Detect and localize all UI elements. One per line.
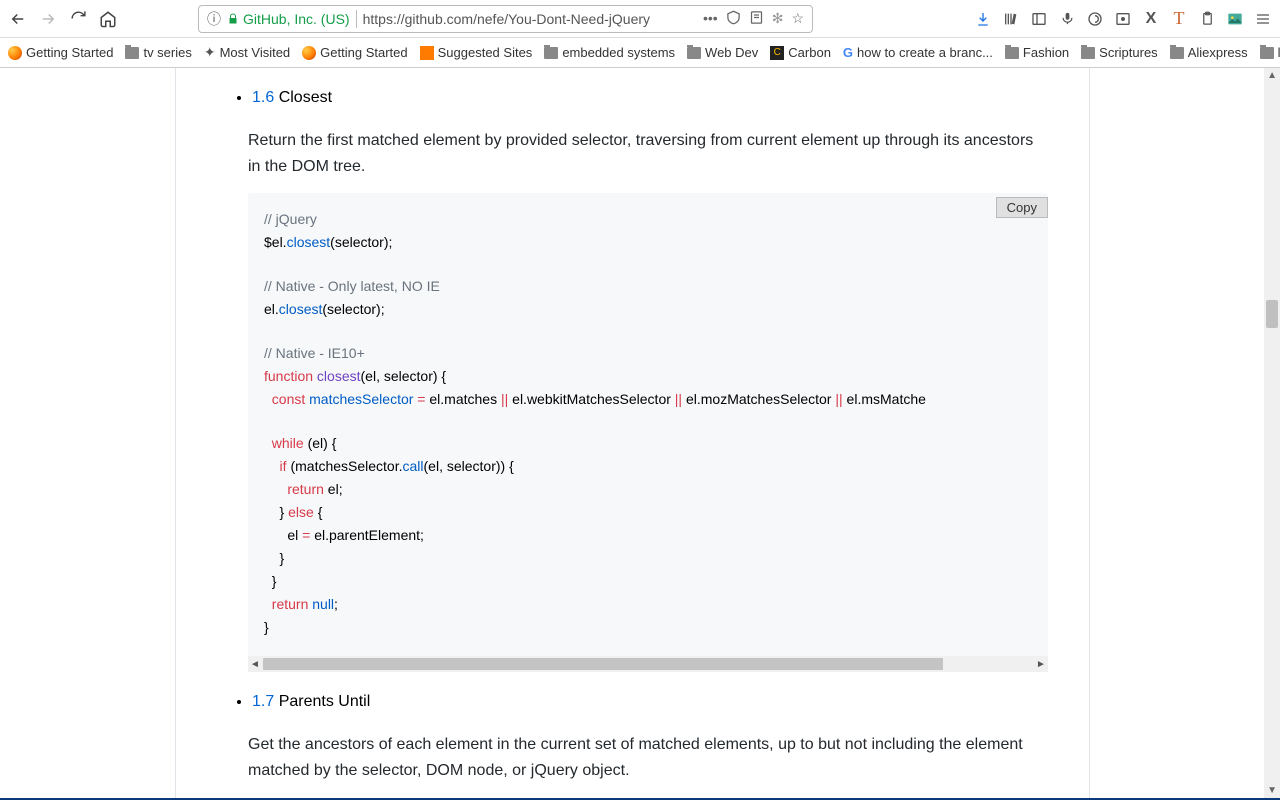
ext-icon-clip[interactable] bbox=[1198, 10, 1216, 28]
info-icon[interactable]: ⓘ bbox=[207, 9, 221, 29]
ext-icon-x[interactable]: X bbox=[1142, 10, 1160, 28]
section-anchor[interactable]: 1.7 bbox=[252, 693, 274, 710]
scroll-down-icon[interactable]: ▼ bbox=[1267, 785, 1277, 796]
reload-button[interactable] bbox=[68, 9, 88, 29]
bookmark-item[interactable]: Web Dev bbox=[687, 45, 758, 60]
bookmark-label: Suggested Sites bbox=[438, 45, 533, 60]
bookmark-item[interactable]: Getting Started bbox=[302, 45, 407, 60]
section-description: Get the ancestors of each element in the… bbox=[248, 732, 1048, 783]
ext-icon-img[interactable] bbox=[1226, 10, 1244, 28]
downloads-icon[interactable] bbox=[974, 10, 992, 28]
bookmark-item[interactable]: linux bbox=[1260, 45, 1280, 60]
carbon-icon: C bbox=[770, 46, 784, 60]
star-icon: ✦ bbox=[204, 44, 216, 61]
bookmark-label: Scriptures bbox=[1099, 45, 1158, 60]
ext-icon-t[interactable]: T bbox=[1170, 10, 1188, 28]
toc-list: 1.6 Closest bbox=[212, 86, 1053, 110]
firefox-icon bbox=[8, 46, 22, 60]
bookmark-label: tv series bbox=[143, 45, 191, 60]
folder-icon bbox=[544, 47, 558, 59]
bookmark-item[interactable]: Fashion bbox=[1005, 45, 1069, 60]
bookmark-item[interactable]: tv series bbox=[125, 45, 191, 60]
menu-icon[interactable] bbox=[1254, 10, 1272, 28]
section-description: Return the first matched element by prov… bbox=[248, 128, 1048, 179]
code-h-scrollbar[interactable]: ◄ ► bbox=[248, 656, 1048, 672]
bookmark-label: Carbon bbox=[788, 45, 831, 60]
square-icon bbox=[420, 46, 434, 60]
folder-icon bbox=[125, 47, 139, 59]
mic-icon[interactable] bbox=[1058, 10, 1076, 28]
bookmark-item[interactable]: Ghow to create a branc... bbox=[843, 45, 993, 60]
bookmark-item[interactable]: Suggested Sites bbox=[420, 45, 533, 60]
firefox-icon bbox=[302, 46, 316, 60]
browser-toolbar: ⓘ GitHub, Inc. (US) https://github.com/n… bbox=[0, 0, 1280, 38]
page-v-scrollbar[interactable]: ▲ ▼ bbox=[1264, 68, 1280, 798]
toolbar-right: X T bbox=[974, 10, 1272, 28]
toc-item-closest: 1.6 Closest bbox=[252, 86, 1053, 110]
bookmark-label: Aliexpress bbox=[1188, 45, 1248, 60]
url-text: https://github.com/nefe/You-Dont-Need-jQ… bbox=[363, 11, 697, 27]
folder-icon bbox=[1260, 47, 1274, 59]
bookmark-label: Most Visited bbox=[220, 45, 291, 60]
folder-icon bbox=[1170, 47, 1184, 59]
scroll-up-icon[interactable]: ▲ bbox=[1267, 70, 1277, 81]
google-icon: G bbox=[843, 45, 853, 60]
url-bar[interactable]: ⓘ GitHub, Inc. (US) https://github.com/n… bbox=[198, 5, 813, 33]
bookmark-item[interactable]: Getting Started bbox=[8, 45, 113, 60]
bookmark-star-icon[interactable]: ☆ bbox=[791, 10, 804, 28]
bookmarks-bar: Getting Started tv series ✦ Most Visited Get… bbox=[0, 38, 1280, 68]
forward-button[interactable] bbox=[38, 9, 58, 29]
bookmark-item[interactable]: C Carbon bbox=[770, 45, 831, 60]
folder-icon bbox=[687, 47, 701, 59]
bookmark-label: Web Dev bbox=[705, 45, 758, 60]
bookmark-item[interactable]: embedded systems bbox=[544, 45, 675, 60]
scroll-left-icon[interactable]: ◄ bbox=[248, 659, 262, 670]
extension-icon[interactable]: ✻ bbox=[772, 10, 784, 28]
readme-container: 1.6 Closest Return the first matched ele… bbox=[175, 68, 1090, 800]
bookmark-label: Getting Started bbox=[320, 45, 407, 60]
scroll-thumb[interactable] bbox=[1266, 300, 1278, 328]
ext-icon-1[interactable] bbox=[1086, 10, 1104, 28]
more-icon[interactable]: ••• bbox=[703, 10, 718, 28]
library-icon[interactable] bbox=[1002, 10, 1020, 28]
bookmark-item[interactable]: ✦ Most Visited bbox=[204, 44, 290, 61]
ext-icon-2[interactable] bbox=[1114, 10, 1132, 28]
code-content[interactable]: // jQuery $el.closest(selector); // Nati… bbox=[248, 193, 1048, 656]
bookmark-label: embedded systems bbox=[562, 45, 675, 60]
bookmark-label: how to create a branc... bbox=[857, 45, 993, 60]
folder-icon bbox=[1081, 47, 1095, 59]
toc-list: 1.7 Parents Until bbox=[212, 690, 1053, 714]
bookmark-label: Fashion bbox=[1023, 45, 1069, 60]
reader-icon[interactable] bbox=[749, 10, 764, 28]
bookmark-label: Getting Started bbox=[26, 45, 113, 60]
bookmark-item[interactable]: Scriptures bbox=[1081, 45, 1158, 60]
folder-icon bbox=[1005, 47, 1019, 59]
bookmark-item[interactable]: Aliexpress bbox=[1170, 45, 1248, 60]
scroll-thumb[interactable] bbox=[263, 658, 1033, 670]
copy-button[interactable]: Copy bbox=[996, 197, 1048, 218]
page-viewport: 1.6 Closest Return the first matched ele… bbox=[0, 68, 1280, 800]
site-identity[interactable]: GitHub, Inc. (US) bbox=[227, 11, 350, 27]
home-button[interactable] bbox=[98, 9, 118, 29]
pocket-icon[interactable] bbox=[726, 10, 741, 28]
back-button[interactable] bbox=[8, 9, 28, 29]
sidebar-icon[interactable] bbox=[1030, 10, 1048, 28]
toc-item-parents-until: 1.7 Parents Until bbox=[252, 690, 1053, 714]
scroll-right-icon[interactable]: ► bbox=[1034, 659, 1048, 670]
section-anchor[interactable]: 1.6 bbox=[252, 89, 274, 106]
code-block: Copy // jQuery $el.closest(selector); //… bbox=[248, 193, 1048, 672]
